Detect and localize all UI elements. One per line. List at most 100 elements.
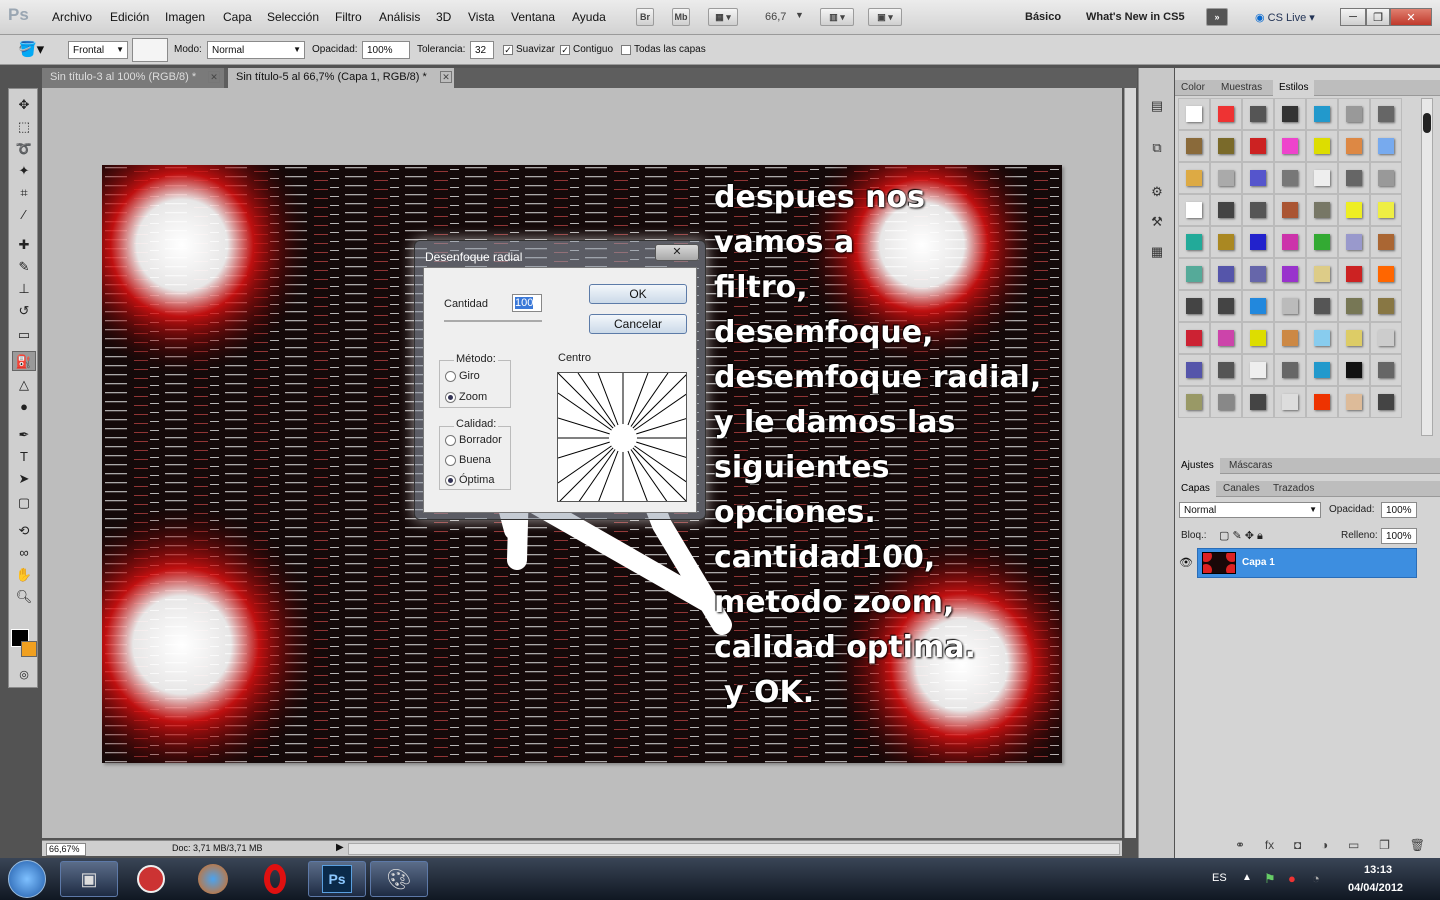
lock-icons[interactable]: ▢ ✎ ✥ 🔒︎ (1219, 529, 1263, 543)
layer-opacity-input[interactable]: 100% (1381, 502, 1417, 518)
path-selection-icon[interactable]: ➤ (12, 469, 36, 489)
history-icon[interactable]: ⧉ (1147, 140, 1167, 158)
style-swatch[interactable] (1242, 162, 1274, 194)
style-swatch[interactable] (1370, 386, 1402, 418)
style-swatch[interactable] (1338, 322, 1370, 354)
menu-seleccion[interactable]: Selección (267, 10, 319, 24)
language-indicator[interactable]: ES (1212, 872, 1227, 884)
quality-good-radio[interactable] (445, 455, 456, 466)
trash-icon[interactable]: 🗑︎ (1410, 838, 1425, 852)
menu-filtro[interactable]: Filtro (335, 10, 362, 24)
tab-document-3[interactable]: Sin título-3 al 100% (RGB/8) * (42, 68, 224, 88)
amount-slider[interactable] (444, 320, 542, 322)
mini-bridge-button[interactable]: Mb (672, 8, 690, 26)
style-swatch[interactable] (1370, 354, 1402, 386)
tray-flag-icon[interactable]: ⚑ (1264, 871, 1276, 887)
style-swatch[interactable] (1306, 386, 1338, 418)
zoom-tool-icon[interactable]: 🔍︎ (12, 587, 36, 607)
history-brush-icon[interactable]: ↺ (12, 301, 36, 321)
vertical-scrollbar[interactable] (1124, 88, 1136, 838)
link-icon[interactable]: ⚭ (1235, 838, 1245, 852)
quick-mask-icon[interactable]: ◎ (12, 665, 36, 685)
opacity-input[interactable]: 100% (362, 41, 410, 59)
method-zoom-radio[interactable] (445, 392, 456, 403)
quality-draft-radio[interactable] (445, 435, 456, 446)
style-swatch[interactable] (1306, 130, 1338, 162)
style-swatch[interactable] (1210, 290, 1242, 322)
tab-styles[interactable]: Estilos (1273, 80, 1315, 96)
3d-orbit-icon[interactable]: ∞ (12, 543, 36, 563)
style-swatch[interactable] (1178, 258, 1210, 290)
style-swatch[interactable] (1178, 290, 1210, 322)
cancel-button[interactable]: Cancelar (589, 314, 687, 334)
style-swatch[interactable] (1370, 258, 1402, 290)
style-swatch[interactable] (1338, 98, 1370, 130)
chevron-down-icon[interactable]: ▼ (795, 10, 804, 20)
menu-capa[interactable]: Capa (223, 10, 252, 24)
style-swatch[interactable] (1178, 130, 1210, 162)
taskbar-photoshop[interactable]: Ps (308, 861, 366, 897)
pattern-picker[interactable] (132, 38, 168, 62)
workspace-basic[interactable]: Básico (1025, 11, 1061, 23)
style-swatch[interactable] (1370, 290, 1402, 322)
style-swatch[interactable] (1274, 322, 1306, 354)
scroll-thumb[interactable] (1423, 113, 1431, 133)
all-layers-checkbox[interactable] (621, 45, 631, 55)
style-swatch[interactable] (1210, 354, 1242, 386)
tab-layers[interactable]: Capas (1175, 481, 1216, 497)
style-swatch[interactable] (1274, 194, 1306, 226)
cs-live-menu[interactable]: ◉ CS Live ▾ (1255, 11, 1315, 24)
close-tab-icon[interactable]: ✕ (440, 71, 452, 83)
taskbar-app-red[interactable] (122, 861, 180, 897)
style-swatch[interactable] (1338, 194, 1370, 226)
antialias-checkbox[interactable]: ✓ (503, 45, 513, 55)
new-layer-icon[interactable]: ❐ (1379, 838, 1390, 852)
close-button[interactable]: ✕ (1390, 8, 1432, 26)
blur-center-preview[interactable] (557, 372, 687, 502)
style-swatch[interactable] (1242, 226, 1274, 258)
style-swatch[interactable] (1178, 386, 1210, 418)
contiguous-checkbox[interactable]: ✓ (560, 45, 570, 55)
style-swatch[interactable] (1306, 290, 1338, 322)
style-swatch[interactable] (1306, 98, 1338, 130)
hand-tool-icon[interactable]: ✋ (12, 565, 36, 585)
menu-3d[interactable]: 3D (436, 10, 451, 24)
paint-bucket-icon[interactable]: ⛽ (12, 351, 36, 371)
quality-best-radio[interactable] (445, 475, 456, 486)
eraser-tool-icon[interactable]: ▭ (12, 325, 36, 345)
workspace-whats-new[interactable]: What's New in CS5 (1086, 11, 1185, 23)
style-swatch[interactable] (1338, 258, 1370, 290)
menu-archivo[interactable]: Archivo (52, 10, 92, 24)
style-swatch[interactable] (1178, 194, 1210, 226)
healing-brush-icon[interactable]: ✚ (12, 235, 36, 255)
menu-imagen[interactable]: Imagen (165, 10, 205, 24)
style-swatch[interactable] (1210, 386, 1242, 418)
fill-source-select[interactable]: Frontal ▼ (68, 41, 128, 59)
clock-date[interactable]: 04/04/2012 (1348, 882, 1403, 894)
style-swatch[interactable] (1210, 226, 1242, 258)
style-swatch[interactable] (1306, 258, 1338, 290)
folder-icon[interactable]: ▭ (1348, 838, 1359, 852)
brush-tool-icon[interactable]: ✎ (12, 257, 36, 277)
marquee-tool-icon[interactable]: ⬚ (12, 117, 36, 137)
style-swatch[interactable] (1338, 290, 1370, 322)
style-swatch[interactable] (1306, 162, 1338, 194)
styles-scrollbar[interactable] (1421, 98, 1433, 436)
taskbar-paint[interactable]: 🎨︎ (370, 861, 428, 897)
style-swatch[interactable] (1370, 130, 1402, 162)
style-swatch[interactable] (1274, 98, 1306, 130)
style-swatch[interactable] (1338, 386, 1370, 418)
style-swatch[interactable] (1210, 130, 1242, 162)
layer-row[interactable]: Capa 1 (1197, 548, 1417, 578)
shape-tool-icon[interactable]: ▢ (12, 493, 36, 513)
tab-channels[interactable]: Canales (1217, 481, 1266, 497)
style-swatch[interactable] (1370, 226, 1402, 258)
adjustment-icon[interactable]: ◑ (1321, 838, 1328, 852)
style-swatch[interactable] (1178, 98, 1210, 130)
eye-icon[interactable]: 👁︎ (1179, 556, 1193, 569)
style-swatch[interactable] (1338, 130, 1370, 162)
menu-ventana[interactable]: Ventana (511, 10, 555, 24)
restore-button[interactable]: ❐ (1366, 8, 1390, 26)
method-spin-radio[interactable] (445, 371, 456, 382)
dialog-close-button[interactable]: ✕ (655, 244, 699, 261)
